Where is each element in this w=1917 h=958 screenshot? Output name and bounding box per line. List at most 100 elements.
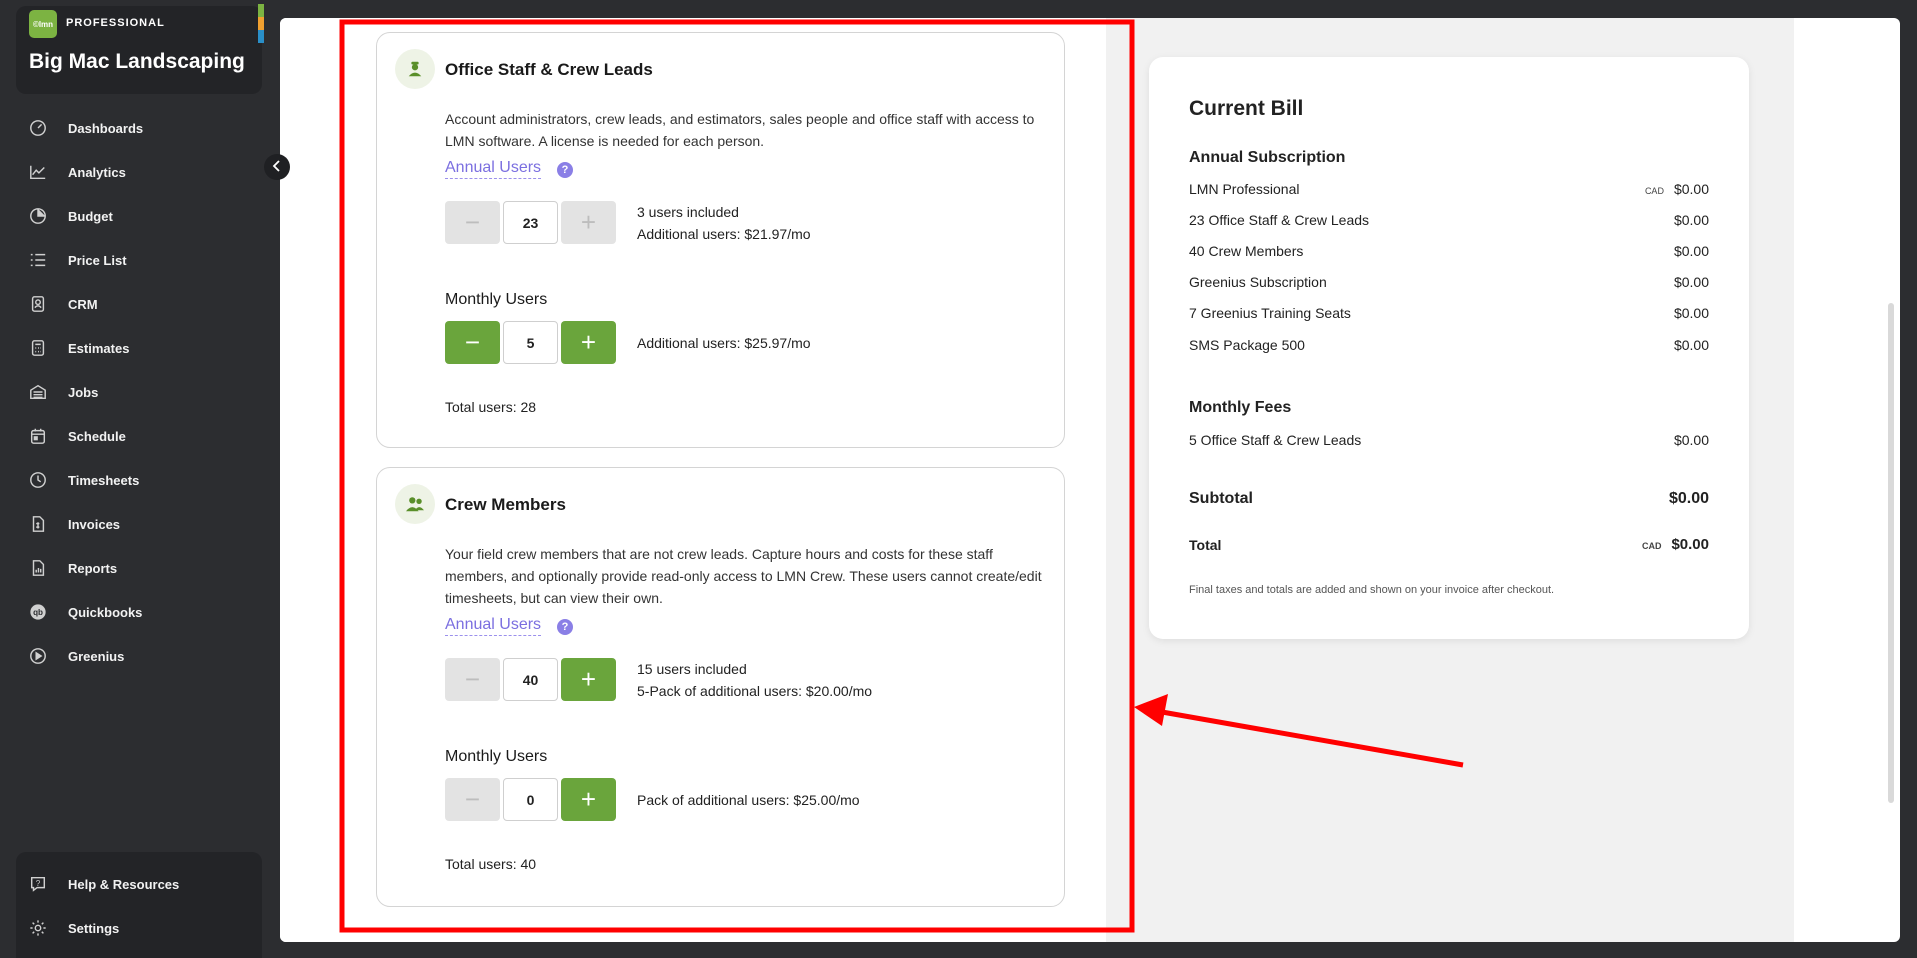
sidebar-item-invoices[interactable]: Invoices [16, 502, 262, 546]
company-name: Big Mac Landscaping [29, 50, 245, 73]
increment-button[interactable]: + [561, 201, 616, 244]
gauge-icon [28, 118, 48, 138]
current-bill-panel: Current Bill Annual Subscription LMN Pro… [1149, 57, 1749, 639]
sidebar-item-jobs[interactable]: Jobs [16, 370, 262, 414]
bill-title: Current Bill [1189, 97, 1304, 120]
monthly-users-price: Pack of additional users: $25.00/mo [637, 792, 860, 808]
sidebar-item-label: Invoices [68, 516, 121, 532]
help-icon: ? [28, 874, 48, 894]
play-circle-icon [28, 646, 48, 666]
invoice-icon [28, 514, 48, 534]
bill-line-item: Greenius Subscription $0.00 [1189, 274, 1709, 290]
increment-button[interactable]: + [561, 658, 616, 701]
sidebar-nav: Dashboards Analytics Budget Price List C… [16, 106, 262, 678]
decrement-button[interactable]: − [445, 658, 500, 701]
sidebar-item-label: CRM [68, 296, 98, 312]
sidebar-item-schedule[interactable]: Schedule [16, 414, 262, 458]
line-item-label: SMS Package 500 [1189, 337, 1305, 353]
monthly-users-value[interactable]: 0 [503, 778, 558, 821]
sidebar-item-label: Quickbooks [68, 604, 143, 620]
line-item-label: 40 Crew Members [1189, 243, 1304, 259]
bill-line-item: LMN Professional CAD $0.00 [1189, 181, 1709, 197]
users-icon [395, 484, 435, 524]
sidebar-item-budget[interactable]: Budget [16, 194, 262, 238]
card-title: Office Staff & Crew Leads [445, 60, 653, 79]
monthly-users-value[interactable]: 5 [503, 321, 558, 364]
additional-users-price: Additional users: $21.97/mo [637, 226, 811, 242]
line-item-amount: $0.00 [1673, 432, 1709, 448]
contact-icon [28, 294, 48, 314]
sidebar-item-settings[interactable]: Settings [16, 906, 262, 950]
decrement-button[interactable]: − [445, 201, 500, 244]
card-description: Account administrators, crew leads, and … [445, 111, 1035, 149]
main-content: Office Staff & Crew Leads Account admini… [280, 18, 1900, 942]
sidebar-item-timesheets[interactable]: Timesheets [16, 458, 262, 502]
brand-stripes [258, 4, 264, 44]
bill-line-item: 40 Crew Members $0.00 [1189, 243, 1709, 259]
currency-label: CAD [1641, 541, 1662, 551]
annual-users-value[interactable]: 40 [503, 658, 558, 701]
sidebar-item-dashboards[interactable]: Dashboards [16, 106, 262, 150]
currency-label: CAD [1644, 186, 1664, 196]
tax-note: Final taxes and totals are added and sho… [1189, 584, 1555, 596]
increment-button[interactable]: + [561, 321, 616, 364]
sidebar-item-label: Price List [68, 252, 127, 268]
sidebar: ©lmn PROFESSIONAL Big Mac Landscaping Da… [0, 0, 274, 958]
line-item-amount: $0.00 [1673, 212, 1709, 228]
annual-users-label[interactable]: Annual Users [445, 616, 542, 636]
clock-icon [28, 470, 48, 490]
decrement-button[interactable]: − [445, 778, 500, 821]
sidebar-item-label: Help & Resources [68, 876, 180, 892]
brand-panel[interactable]: ©lmn PROFESSIONAL Big Mac Landscaping [16, 4, 264, 94]
sidebar-item-greenius[interactable]: Greenius [16, 634, 262, 678]
line-item-label: 5 Office Staff & Crew Leads [1189, 432, 1362, 448]
increment-button[interactable]: + [561, 778, 616, 821]
included-users-text: 3 users included [637, 204, 739, 220]
line-item-label: LMN Professional [1189, 181, 1300, 197]
help-icon[interactable]: ? [557, 619, 573, 635]
scrollbar[interactable] [1888, 303, 1894, 803]
bill-line-item: 5 Office Staff & Crew Leads $0.00 [1189, 432, 1709, 448]
total-label: Total [1189, 536, 1222, 553]
garage-icon [28, 382, 48, 402]
calculator-icon [28, 338, 48, 358]
annual-users-label[interactable]: Annual Users [445, 159, 542, 179]
list-icon [28, 250, 48, 270]
sidebar-item-label: Greenius [68, 648, 125, 664]
sidebar-item-crm[interactable]: CRM [16, 282, 262, 326]
crew-members-card: Crew Members Your field crew members tha… [376, 467, 1065, 907]
sidebar-item-label: Dashboards [68, 120, 144, 136]
line-item-label: Greenius Subscription [1189, 274, 1327, 290]
annual-users-stepper: − 23 + [445, 201, 616, 244]
sidebar-item-label: Jobs [68, 384, 99, 400]
svg-text:qb: qb [33, 608, 43, 617]
sidebar-item-label: Analytics [68, 164, 126, 180]
total-row: Total CAD $0.00 [1189, 536, 1709, 553]
sidebar-item-label: Timesheets [68, 472, 140, 488]
collapse-sidebar-button[interactable] [264, 154, 290, 180]
plan-tier-label: PROFESSIONAL [66, 17, 165, 29]
bill-line-item: 7 Greenius Training Seats $0.00 [1189, 305, 1709, 321]
sidebar-item-label: Estimates [68, 340, 130, 356]
subtotal-row: Subtotal $0.00 [1189, 490, 1709, 508]
subtotal-label: Subtotal [1189, 490, 1253, 507]
annual-subscription-heading: Annual Subscription [1189, 149, 1346, 166]
sidebar-item-help[interactable]: ? Help & Resources [16, 862, 262, 906]
sidebar-item-estimates[interactable]: Estimates [16, 326, 262, 370]
sidebar-item-analytics[interactable]: Analytics [16, 150, 262, 194]
report-icon [28, 558, 48, 578]
monthly-users-label: Monthly Users [445, 291, 548, 308]
sidebar-item-reports[interactable]: Reports [16, 546, 262, 590]
crew-lead-icon [395, 49, 435, 89]
help-icon[interactable]: ? [557, 162, 573, 178]
additional-users-price: 5-Pack of additional users: $20.00/mo [637, 683, 873, 699]
decrement-button[interactable]: − [445, 321, 500, 364]
svg-text:?: ? [36, 879, 41, 888]
line-item-label: 7 Greenius Training Seats [1189, 305, 1351, 321]
total-users: Total users: 28 [445, 399, 537, 415]
sidebar-item-label: Reports [68, 560, 118, 576]
sidebar-item-quickbooks[interactable]: qb Quickbooks [16, 590, 262, 634]
sidebar-item-price-list[interactable]: Price List [16, 238, 262, 282]
annual-users-value[interactable]: 23 [503, 201, 558, 244]
total-amount: $0.00 [1671, 536, 1709, 553]
